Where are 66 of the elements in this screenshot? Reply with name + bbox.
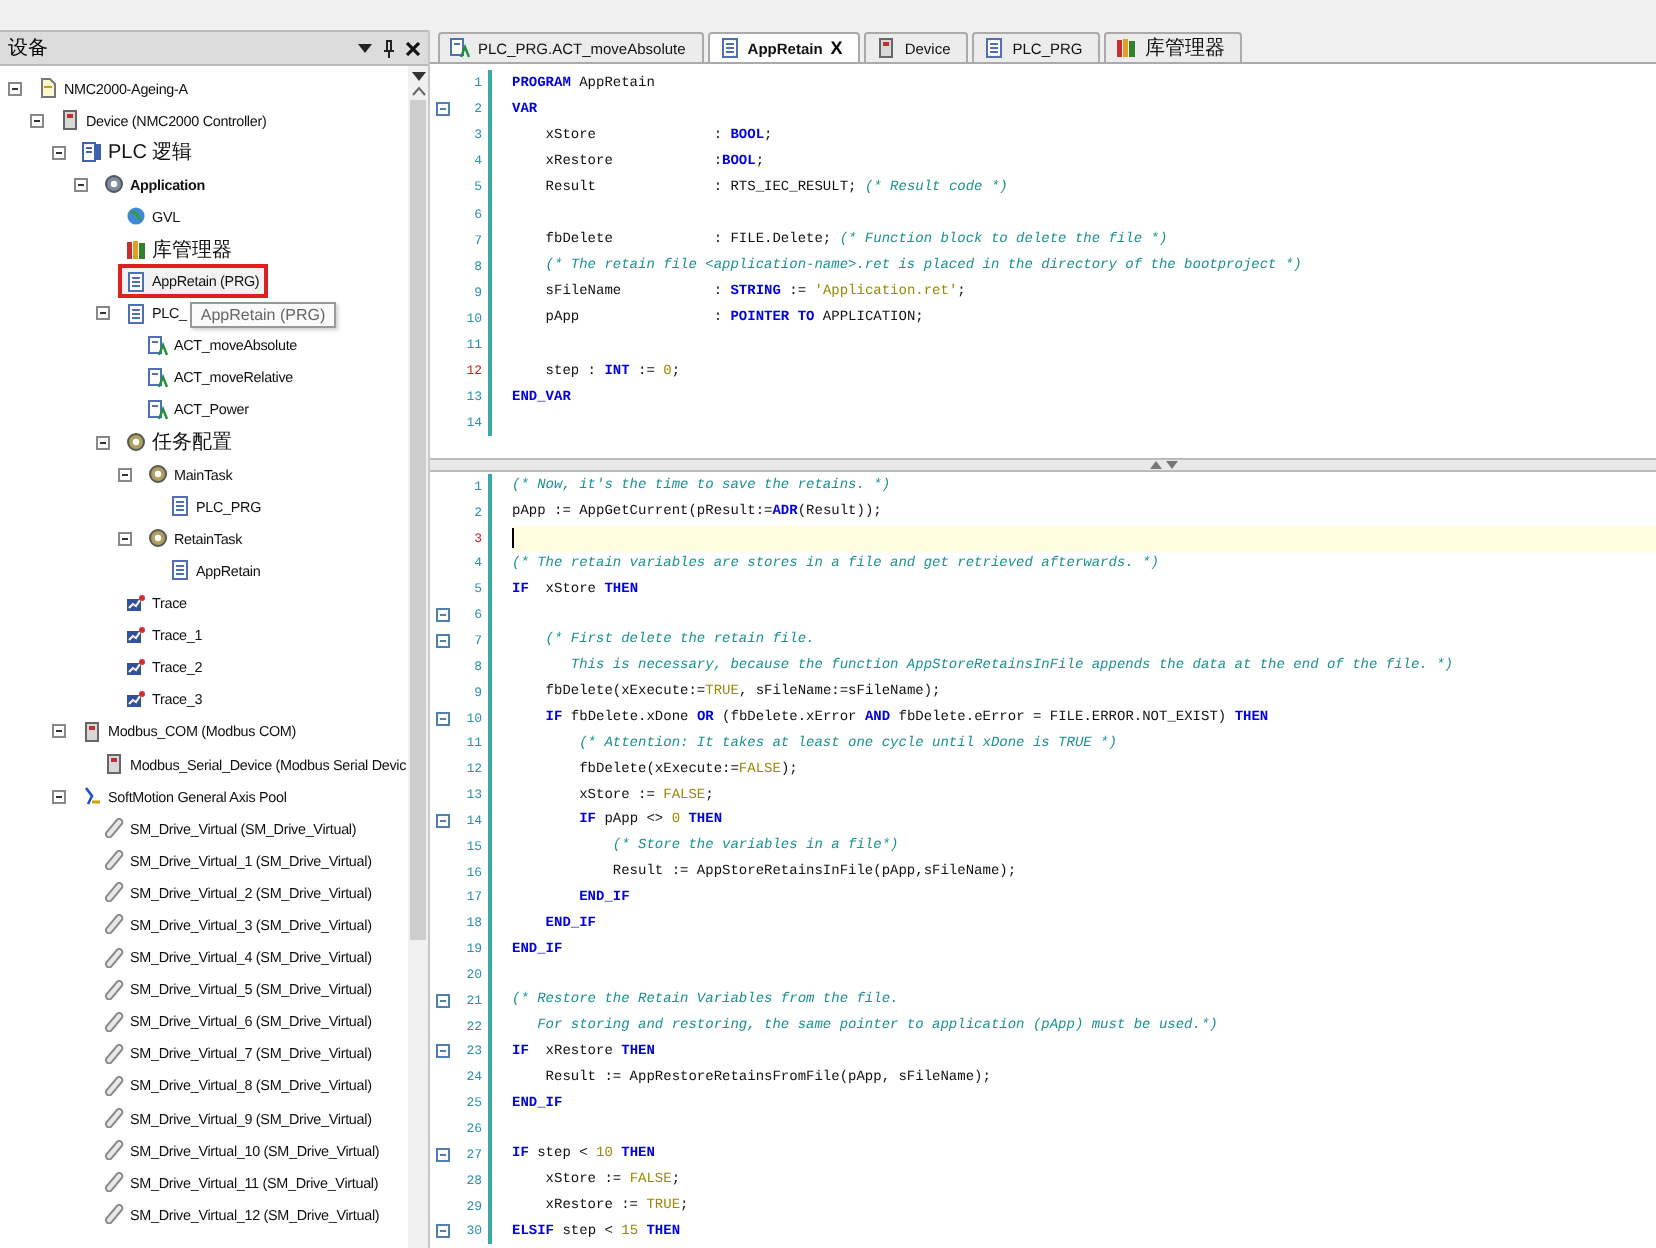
chain-icon	[104, 914, 124, 935]
device-icon	[60, 110, 80, 131]
dropdown-icon[interactable]	[411, 72, 425, 82]
chain-icon	[104, 1075, 124, 1096]
gear-icon	[148, 464, 168, 485]
scope-icon	[126, 689, 146, 710]
program-icon	[82, 142, 102, 163]
panel-title: 设备	[8, 36, 50, 62]
chain-icon	[104, 1108, 124, 1129]
collapse-icon[interactable]	[30, 113, 44, 128]
collapse-icon[interactable]	[118, 467, 132, 482]
document-icon	[148, 399, 168, 420]
books-icon	[126, 239, 146, 260]
chain-icon	[104, 850, 124, 871]
device-icon	[876, 38, 897, 58]
device-icon	[82, 721, 102, 742]
chain-icon	[104, 1140, 124, 1161]
editor-tab[interactable]: 库管理器	[1104, 32, 1243, 62]
arrow-icon	[82, 786, 102, 807]
document-icon	[170, 496, 190, 517]
scope-icon	[126, 657, 146, 678]
pin-icon[interactable]	[384, 39, 394, 57]
globe-icon	[126, 206, 146, 227]
document-icon	[719, 38, 740, 58]
chain-icon	[104, 1204, 124, 1225]
text-cursor	[512, 528, 514, 549]
collapse-icon[interactable]	[96, 306, 110, 321]
chain-icon	[104, 979, 124, 1000]
document-icon	[170, 560, 190, 581]
chain-icon	[104, 818, 124, 839]
scope-icon	[126, 625, 146, 646]
scrollbar[interactable]	[408, 66, 428, 1248]
collapse-icon[interactable]	[52, 724, 66, 739]
document-icon	[984, 38, 1005, 58]
close-button[interactable]: X	[830, 39, 843, 57]
collapse-icon[interactable]	[52, 789, 66, 804]
document-icon	[450, 38, 470, 58]
tooltip: AppRetain (PRG)	[190, 302, 336, 329]
books-icon	[1116, 38, 1137, 58]
chain-icon	[104, 1011, 124, 1032]
collapse-icon[interactable]	[52, 145, 66, 160]
close-icon[interactable]	[406, 41, 420, 55]
tree-item[interactable]: PLC 逻辑	[74, 135, 201, 170]
document-icon	[126, 303, 146, 324]
arrows-icon[interactable]	[1149, 460, 1177, 470]
tree-item[interactable]: 库管理器	[118, 232, 240, 267]
chain-icon	[104, 1043, 124, 1064]
dropdown-icon[interactable]	[358, 43, 372, 53]
chain-icon	[104, 947, 124, 968]
chain-icon	[104, 882, 124, 903]
document-icon	[38, 78, 58, 99]
gear-icon	[104, 174, 124, 195]
scroll-up-icon[interactable]	[411, 86, 425, 96]
collapse-icon[interactable]	[8, 81, 22, 96]
document-icon	[126, 271, 146, 292]
collapse-icon[interactable]	[74, 177, 88, 192]
document-icon	[148, 367, 168, 388]
tree-item[interactable]: 任务配置	[118, 425, 240, 460]
scope-icon	[126, 593, 146, 614]
chain-icon	[104, 1172, 124, 1193]
gear-icon	[126, 432, 146, 453]
document-icon	[148, 335, 168, 356]
collapse-icon[interactable]	[118, 531, 132, 546]
gear-icon	[148, 528, 168, 549]
collapse-icon[interactable]	[96, 435, 110, 450]
device-icon	[104, 754, 124, 775]
